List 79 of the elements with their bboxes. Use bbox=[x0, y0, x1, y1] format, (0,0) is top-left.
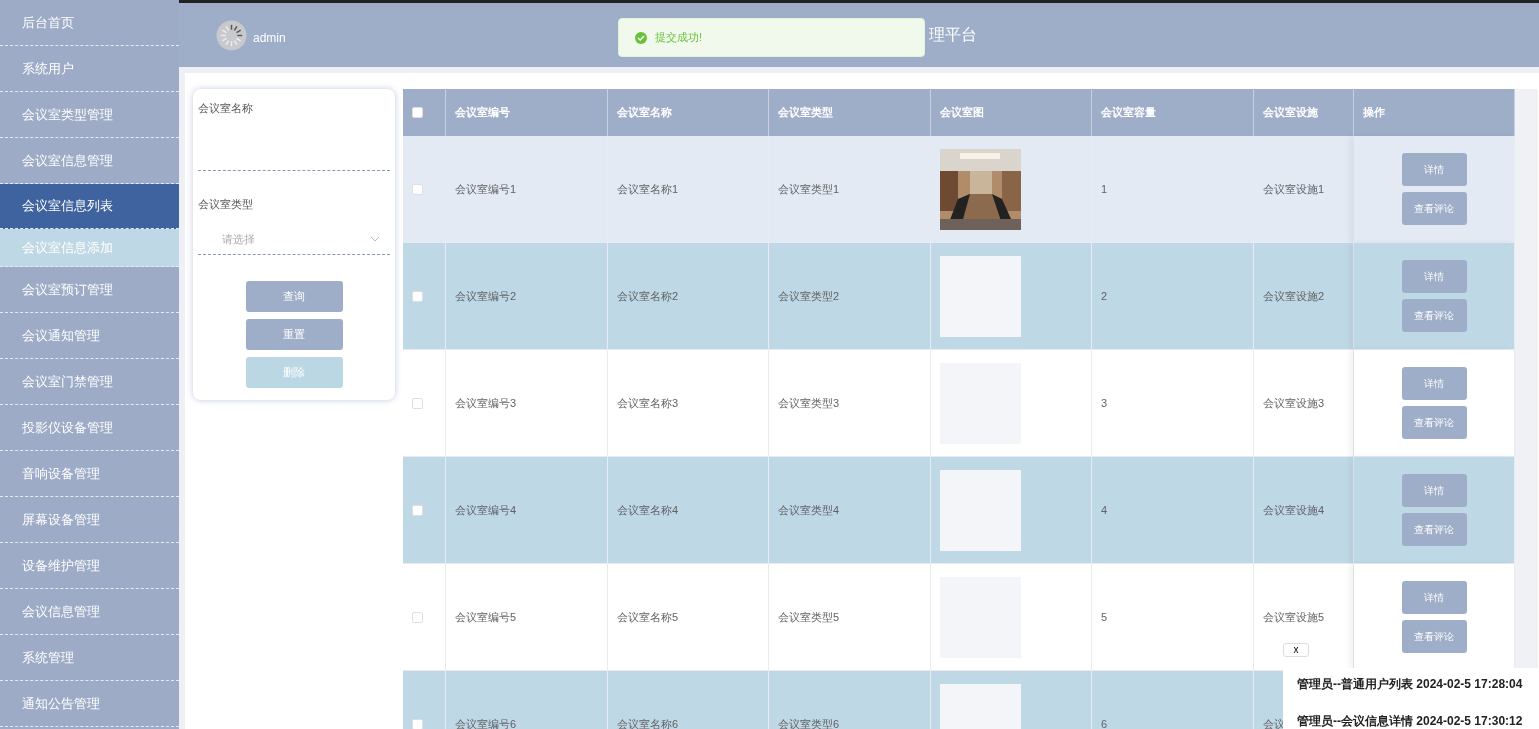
search-button[interactable]: 查询 bbox=[245, 281, 343, 312]
sidebar-item[interactable]: 音响设备管理 bbox=[0, 451, 179, 497]
checkbox[interactable] bbox=[412, 183, 423, 195]
sidebar-item[interactable]: 会议室信息添加 bbox=[0, 229, 179, 267]
sidebar-item[interactable]: 投影仪设备管理 bbox=[0, 405, 179, 451]
column-header: 会议室类型 bbox=[769, 89, 931, 136]
table-cell: 会议室类型1 bbox=[769, 136, 931, 243]
page-title: 理平台 bbox=[929, 25, 977, 45]
log-entry: 管理员--普通用户列表 2024-02-5 17:28:04 bbox=[1297, 676, 1524, 693]
table-cell: 会议室类型3 bbox=[769, 350, 931, 457]
sidebar-item[interactable]: 屏幕设备管理 bbox=[0, 497, 179, 543]
column-header: 操作 bbox=[1354, 89, 1515, 136]
table-cell: 6 bbox=[1092, 671, 1254, 729]
action-button[interactable]: 查看评论 bbox=[1401, 406, 1467, 439]
sidebar-item[interactable]: 会议室预订管理 bbox=[0, 267, 179, 313]
sidebar-item[interactable]: 系统管理 bbox=[0, 635, 179, 681]
sidebar-item[interactable]: 会议室类型管理 bbox=[0, 92, 179, 138]
table-cell: 会议室名称2 bbox=[608, 243, 769, 350]
checkbox[interactable] bbox=[412, 107, 423, 118]
table-cell: 会议室设施2 bbox=[1254, 243, 1354, 350]
table-cell: 会议室名称1 bbox=[608, 136, 769, 243]
action-button[interactable]: 详情 bbox=[1401, 153, 1467, 186]
sidebar-item[interactable]: 通知公告管理 bbox=[0, 681, 179, 727]
column-header: 会议室编号 bbox=[446, 89, 608, 136]
table-cell: 会议室名称4 bbox=[608, 457, 769, 564]
sidebar-item[interactable]: 设备维护管理 bbox=[0, 543, 179, 589]
action-button[interactable]: 详情 bbox=[1401, 367, 1467, 400]
chevron-icon bbox=[370, 236, 380, 242]
log-entry: 管理员--会议信息详情 2024-02-5 17:30:12 bbox=[1297, 713, 1524, 729]
table-cell: 1 bbox=[1092, 136, 1254, 243]
table-cell: 4 bbox=[1092, 457, 1254, 564]
sidebar-item[interactable]: 会议信息管理 bbox=[0, 589, 179, 635]
table-cell: 会议室类型6 bbox=[769, 671, 931, 729]
table-cell: 会议室名称5 bbox=[608, 564, 769, 671]
checkbox[interactable] bbox=[412, 504, 423, 516]
check-icon bbox=[635, 31, 647, 44]
action-button[interactable]: 查看评论 bbox=[1401, 192, 1467, 225]
action-button[interactable]: 查看评论 bbox=[1401, 620, 1467, 653]
table-cell: 会议室设施3 bbox=[1254, 350, 1354, 457]
table-cell: 会议室编号1 bbox=[446, 136, 608, 243]
column-header: 会议室容量 bbox=[1092, 89, 1254, 136]
table-cell: 会议室类型5 bbox=[769, 564, 931, 671]
sidebar-item[interactable]: 会议通知管理 bbox=[0, 313, 179, 359]
field-label: 会议室名称 bbox=[198, 101, 254, 116]
username: admin bbox=[253, 31, 286, 45]
table-cell: 会议室编号6 bbox=[446, 671, 608, 729]
checkbox[interactable] bbox=[412, 718, 423, 729]
select-field[interactable]: 请选择 bbox=[198, 224, 390, 255]
table-cell: 会议室设施4 bbox=[1254, 457, 1354, 564]
sidebar-item[interactable]: 会议室门禁管理 bbox=[0, 359, 179, 405]
close-button[interactable]: x bbox=[1283, 643, 1309, 657]
table-cell: 会议室类型4 bbox=[769, 457, 931, 564]
checkbox[interactable] bbox=[412, 611, 423, 623]
action-button[interactable]: 详情 bbox=[1401, 581, 1467, 614]
checkbox[interactable] bbox=[412, 290, 423, 302]
table-cell: 会议室设施1 bbox=[1254, 136, 1354, 243]
table-cell: 会议室编号3 bbox=[446, 350, 608, 457]
column-header: 会议室设施 bbox=[1254, 89, 1354, 136]
action-button[interactable]: 详情 bbox=[1401, 260, 1467, 293]
action-button[interactable]: 查看评论 bbox=[1401, 299, 1467, 332]
action-button[interactable]: 查看评论 bbox=[1401, 513, 1467, 546]
toast-message: 提交成功! bbox=[655, 30, 703, 45]
avatar-icon bbox=[216, 19, 247, 51]
table-cell: 会议室类型2 bbox=[769, 243, 931, 350]
column-header: 会议室图 bbox=[931, 89, 1092, 136]
table-cell: 会议室编号2 bbox=[446, 243, 608, 350]
table-cell: 2 bbox=[1092, 243, 1254, 350]
sidebar-item[interactable]: 会议室信息列表 bbox=[0, 184, 179, 229]
checkbox[interactable] bbox=[412, 397, 423, 409]
table-cell: 会议室名称3 bbox=[608, 350, 769, 457]
field-label: 会议室类型 bbox=[198, 197, 254, 212]
table-cell: 会议室编号4 bbox=[446, 457, 608, 564]
table-cell: 会议室名称6 bbox=[608, 671, 769, 729]
column-header: 会议室名称 bbox=[608, 89, 769, 136]
search-button[interactable]: 重置 bbox=[245, 319, 343, 350]
table-cell: 5 bbox=[1092, 564, 1254, 671]
action-button[interactable]: 详情 bbox=[1401, 474, 1467, 507]
table-cell: 会议室编号5 bbox=[446, 564, 608, 671]
table-cell: 3 bbox=[1092, 350, 1254, 457]
